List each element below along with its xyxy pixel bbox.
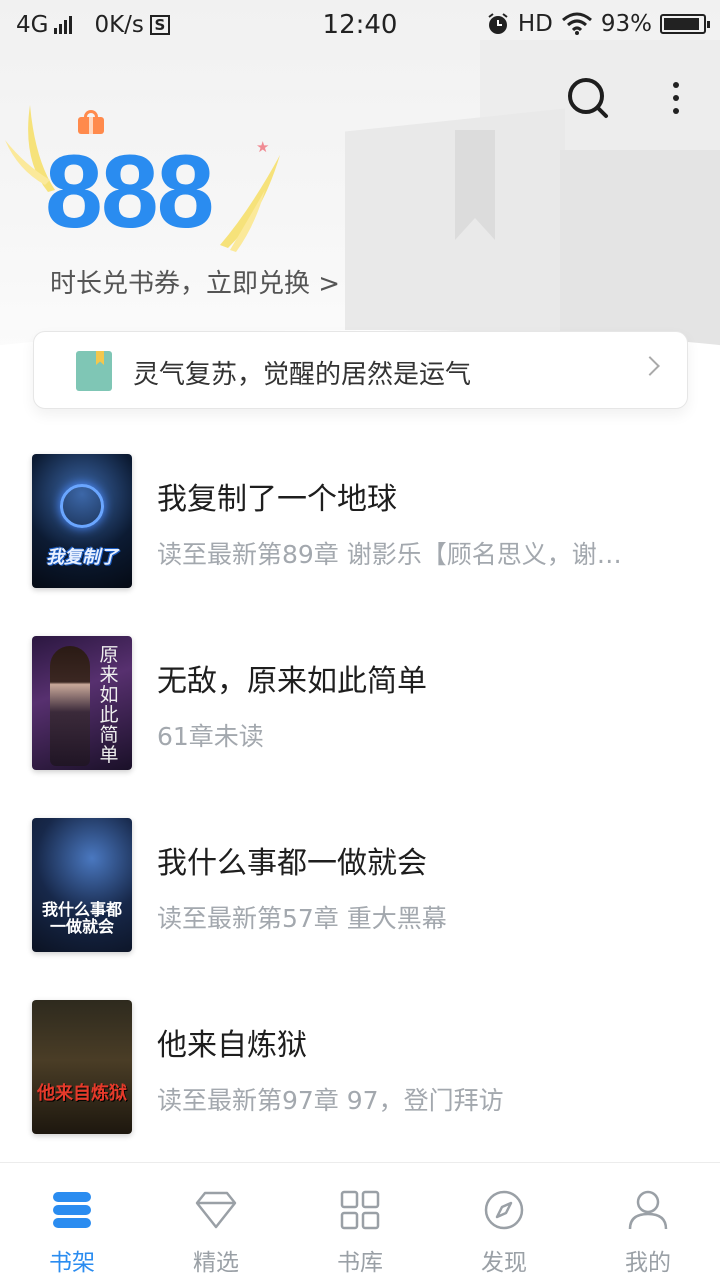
book-title: 无敌，原来如此简单 (157, 664, 427, 699)
cover-title: 他来自炼狱 (37, 1083, 127, 1105)
promo-number: 888 (45, 134, 215, 250)
bottom-tab-bar: 书架 精选 书库 发现 我的 (0, 1162, 720, 1280)
book-title: 我什么事都一做就会 (157, 846, 427, 881)
search-button[interactable] (560, 70, 616, 126)
tab-profile[interactable]: 我的 (576, 1163, 720, 1280)
grid-icon (340, 1190, 380, 1230)
battery-fill (664, 18, 699, 30)
tab-label: 书库 (337, 1250, 383, 1276)
tab-label: 发现 (481, 1250, 527, 1276)
book-progress: 读至最新第57章 重大黑幕 (157, 904, 447, 933)
book-icon (76, 351, 112, 391)
cover-art (60, 484, 104, 528)
tab-featured[interactable]: 精选 (144, 1163, 288, 1280)
notice-banner[interactable]: 灵气复苏，觉醒的居然是运气 (33, 331, 688, 409)
book-progress: 读至最新第89章 谢影乐【顾名思义，谢… (157, 540, 622, 569)
more-icon (673, 82, 679, 114)
book-title: 他来自炼狱 (157, 1028, 307, 1063)
book-item[interactable]: 我什么事都一做就会 我什么事都一做就会 读至最新第57章 重大黑幕 (0, 804, 720, 952)
compass-icon (484, 1190, 524, 1230)
tab-label: 精选 (193, 1250, 239, 1276)
bookshelf-icon (53, 1192, 91, 1228)
tab-library[interactable]: 书库 (288, 1163, 432, 1280)
book-cover[interactable]: 他来自炼狱 (32, 1000, 132, 1134)
gift-icon (78, 110, 104, 134)
star-icon: ★ (256, 138, 270, 156)
hd-badge: HD (517, 11, 553, 37)
battery-icon (660, 14, 710, 34)
notice-text: 灵气复苏，觉醒的居然是运气 (133, 360, 472, 390)
book-cover[interactable]: 我什么事都一做就会 (32, 818, 132, 952)
promo-redeem-link[interactable]: 时长兑书券，立即兑换 > (50, 263, 340, 300)
cover-art (50, 646, 90, 766)
tab-label: 我的 (625, 1250, 671, 1276)
status-bar: 4G 0K/s S 12:40 HD 93% (0, 0, 720, 50)
cover-title: 我什么事都一做就会 (41, 900, 122, 937)
wifi-icon (561, 12, 592, 35)
book-item[interactable]: 我复制了 我复制了一个地球 读至最新第89章 谢影乐【顾名思义，谢… (0, 440, 720, 588)
battery-percent: 93% (600, 11, 652, 37)
book-title: 我复制了一个地球 (157, 482, 397, 517)
tab-bookshelf[interactable]: 书架 (0, 1163, 144, 1280)
book-progress: 读至最新第97章 97，登门拜访 (157, 1086, 504, 1115)
book-cover[interactable]: 原来如此简单 (32, 636, 132, 770)
book-progress: 61章未读 (157, 722, 264, 751)
tab-discover[interactable]: 发现 (432, 1163, 576, 1280)
more-button[interactable] (648, 70, 704, 126)
cover-title: 我复制了 (46, 547, 118, 569)
chevron-right-icon (640, 356, 660, 376)
bg-shape (560, 150, 720, 350)
book-cover[interactable]: 我复制了 (32, 454, 132, 588)
book-item[interactable]: 原来如此简单 无敌，原来如此简单 61章未读 (0, 622, 720, 770)
book-item[interactable]: 他来自炼狱 他来自炼狱 读至最新第97章 97，登门拜访 (0, 986, 720, 1134)
search-icon (568, 78, 608, 118)
cover-title: 原来如此简单 (99, 644, 119, 766)
user-icon (628, 1190, 668, 1230)
alarm-icon (488, 13, 508, 34)
tab-label: 书架 (49, 1250, 95, 1276)
diamond-icon (195, 1191, 237, 1229)
